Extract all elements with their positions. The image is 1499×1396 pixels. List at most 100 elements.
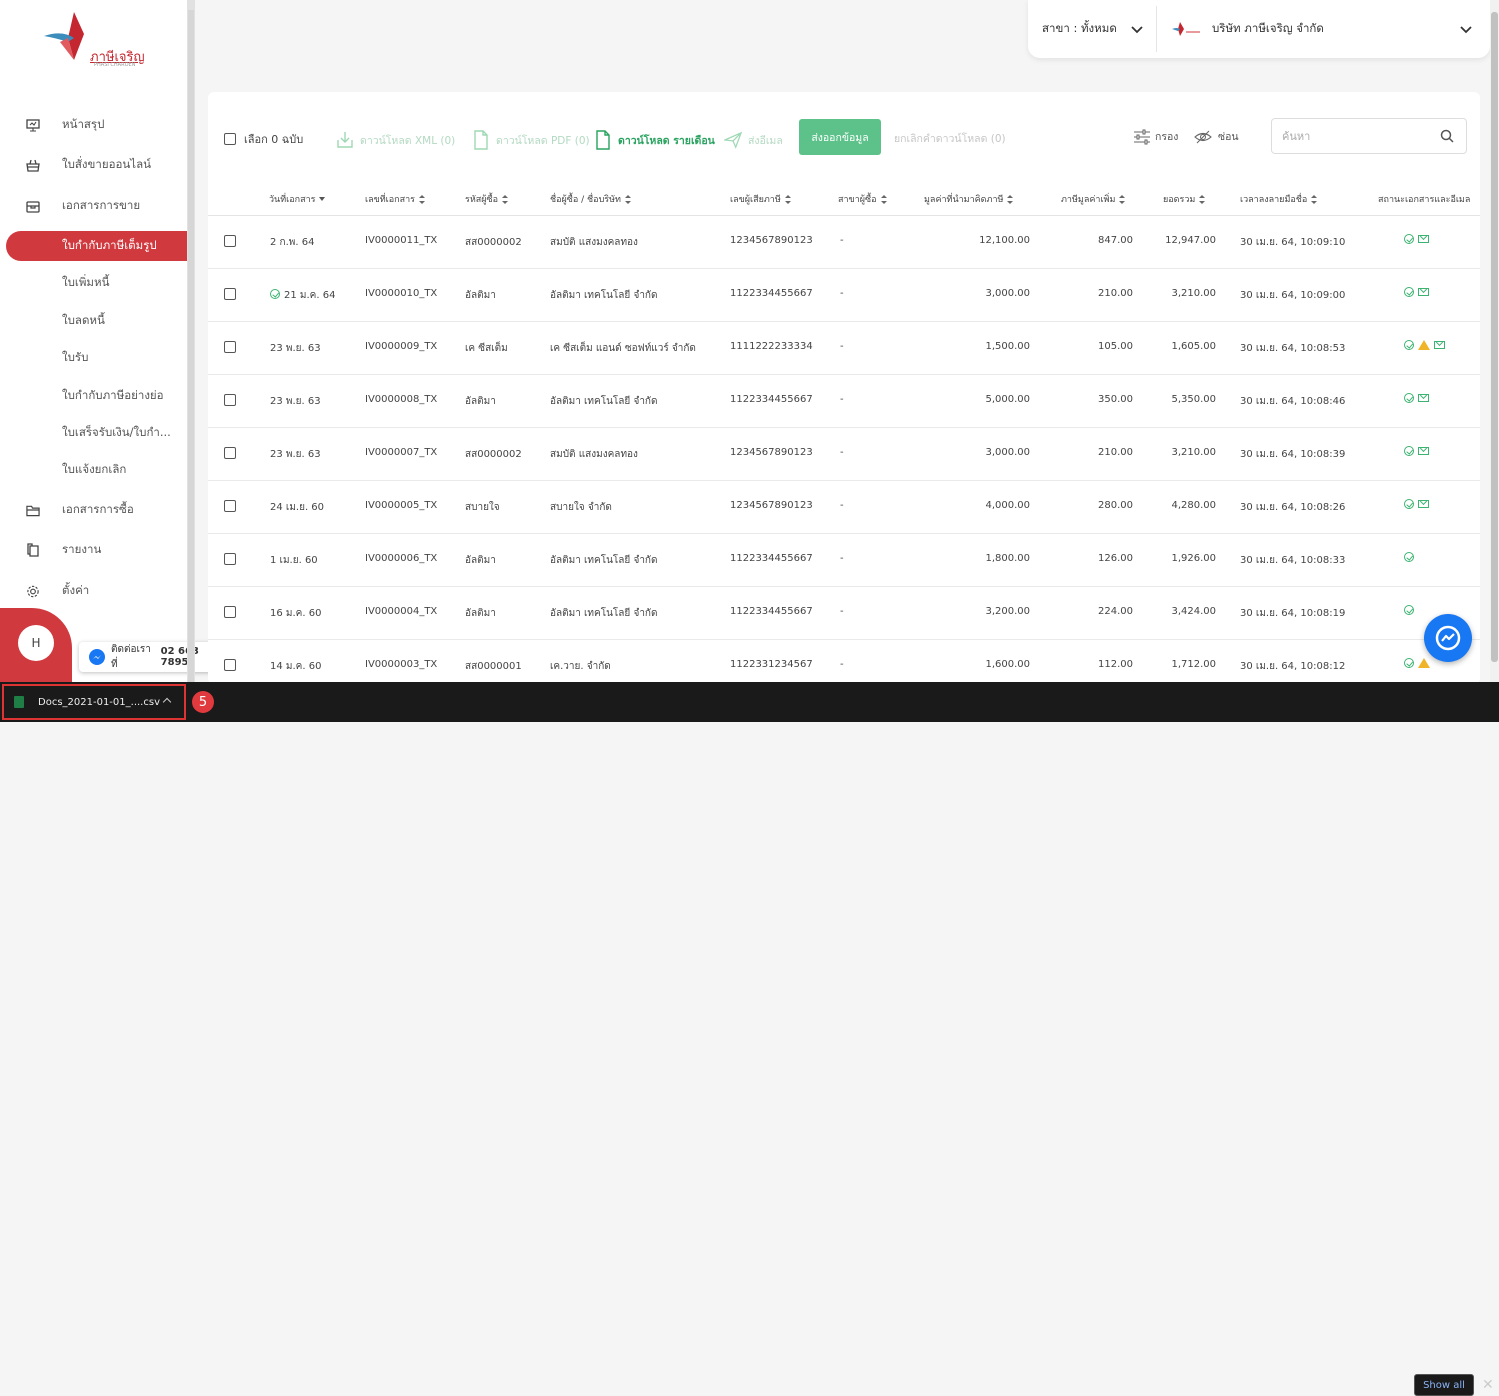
column-header[interactable]: มูลค่าที่นำมาคิดภาษี <box>924 192 1014 206</box>
row-checkbox[interactable] <box>224 447 236 459</box>
column-header[interactable]: รหัสผู้ซื้อ <box>465 192 509 206</box>
sidebar-item[interactable]: เอกสารการซื้อ <box>0 495 187 525</box>
export-data-button[interactable]: ส่งออกข้อมูล <box>799 119 881 155</box>
cell-signed: 30 เม.ย. 64, 10:08:33 <box>1240 555 1346 566</box>
chevron-down-icon[interactable] <box>1460 24 1472 37</box>
sort-icon[interactable] <box>880 194 887 204</box>
cancel-download-button[interactable]: ยกเลิกคำดาวน์โหลด (0) <box>894 130 1006 147</box>
cell-name: อัลติมา เทคโนโลยี จำกัด <box>550 555 658 566</box>
table-row[interactable]: 16 ม.ค. 60 IV0000004_TX อัลติมา อัลติมา เทค… <box>208 587 1480 640</box>
branch-select[interactable]: สาขา : ทั้งหมด <box>1042 20 1117 38</box>
table-row[interactable]: 1 เม.ย. 60 IV0000006_TX อัลติมา อัลติมา เทค… <box>208 534 1480 587</box>
row-checkbox[interactable] <box>224 606 236 618</box>
sidebar-scrollbar[interactable] <box>187 0 195 682</box>
table-row[interactable]: 14 ม.ค. 60 IV0000003_TX สส0000001 เค.วาย. จ… <box>208 640 1480 684</box>
download-item[interactable]: Docs_2021-01-01_....csv <box>2 684 186 720</box>
column-header[interactable]: สถานะเอกสารและอีเมล <box>1378 192 1470 206</box>
sidebar-item[interactable]: หน้าสรุป <box>0 110 187 140</box>
search-icon[interactable] <box>1440 129 1454 146</box>
table-row[interactable]: 2 ก.พ. 64 IV0000011_TX สส0000002 สมบัติ แสง… <box>208 216 1480 269</box>
sidebar-item[interactable]: ใบแจ้งยกเลิก <box>0 455 187 485</box>
sidebar-item[interactable]: รายงาน <box>0 535 187 565</box>
cell-name: สบายใจ จำกัด <box>550 502 612 513</box>
row-checkbox[interactable] <box>224 341 236 353</box>
messenger-chat-button[interactable] <box>1424 614 1472 662</box>
avatar[interactable]: H <box>18 625 54 661</box>
hide-columns-button[interactable]: ซ่อน <box>1194 128 1239 145</box>
sort-icon[interactable] <box>1311 194 1318 204</box>
download-xml-button[interactable]: ดาวน์โหลด XML (0) <box>336 130 455 150</box>
table-row[interactable]: 24 เม.ย. 60 IV0000005_TX สบายใจ สบายใจ จำกั… <box>208 481 1480 534</box>
table-row[interactable]: 23 พ.ย. 63 IV0000009_TX เค ซีสเต็ม เค ซีสเต… <box>208 322 1480 375</box>
sidebar-item[interactable]: ใบเพิ่มหนี้ <box>0 268 187 298</box>
chevron-down-icon[interactable] <box>1131 24 1143 37</box>
row-checkbox[interactable] <box>224 235 236 247</box>
contact-banner[interactable]: ติดต่อเราที่ 02 663 7895 <box>79 642 229 672</box>
select-count-label: เลือก 0 ฉบับ <box>244 133 304 146</box>
cell-vat: 210.00 <box>1098 288 1133 299</box>
select-all-checkbox[interactable]: เลือก 0 ฉบับ <box>224 130 303 148</box>
search-input[interactable] <box>1282 128 1432 144</box>
check-circle-icon <box>1404 499 1414 509</box>
table-row[interactable]: 23 พ.ย. 63 IV0000007_TX สส0000002 สมบัติ แส… <box>208 428 1480 481</box>
chevron-up-icon[interactable] <box>162 697 172 707</box>
sort-icon[interactable] <box>1119 194 1126 204</box>
company-select[interactable]: บริษัท ภาษีเจริญ จำกัด <box>1212 20 1324 38</box>
cell-branch: - <box>840 447 844 458</box>
cell-taxid: 1122331234567 <box>730 659 813 670</box>
cell-branch: - <box>840 659 844 670</box>
row-checkbox[interactable] <box>224 659 236 671</box>
filter-button[interactable]: กรอง <box>1133 128 1178 145</box>
column-header[interactable]: เวลาลงลายมือชื่อ <box>1240 192 1318 206</box>
status-icons <box>1404 658 1430 668</box>
sort-icon[interactable] <box>419 194 425 204</box>
column-header-label: สาขาผู้ซื้อ <box>838 195 877 205</box>
column-header[interactable]: ภาษีมูลค่าเพิ่ม <box>1061 192 1126 206</box>
page-scrollbar[interactable] <box>1490 0 1499 682</box>
column-header[interactable]: วันที่เอกสาร <box>269 192 326 206</box>
show-all-button[interactable]: Show all <box>1414 1374 1474 1396</box>
sidebar-item[interactable]: ใบเสร็จรับเงิน/ใบกำ... <box>0 418 187 448</box>
sidebar-item[interactable]: เอกสารการขาย <box>0 191 187 221</box>
cell-vat: 847.00 <box>1098 235 1133 246</box>
close-icon[interactable]: ✕ <box>1482 1377 1494 1393</box>
column-header[interactable]: เลขผู้เสียภาษี <box>730 192 791 206</box>
monitor-icon <box>26 118 40 132</box>
sidebar-item[interactable]: ใบกำกับภาษีเต็มรูป <box>6 231 187 261</box>
sidebar-item[interactable]: ใบลดหนี้ <box>0 306 187 336</box>
table-row[interactable]: 23 พ.ย. 63 IV0000008_TX อัลติมา อัลติมา เทค… <box>208 375 1480 428</box>
sidebar-item-label: รายงาน <box>62 542 102 556</box>
send-email-button[interactable]: ส่งอีเมล <box>724 130 783 150</box>
row-checkbox[interactable] <box>224 394 236 406</box>
sort-icon[interactable] <box>624 194 631 204</box>
row-checkbox[interactable] <box>224 500 236 512</box>
sort-icon[interactable] <box>1007 194 1014 204</box>
check-circle-icon <box>1404 605 1414 615</box>
table-row[interactable]: 21 ม.ค. 64 IV0000010_TX อัลติมา อัลติมา เทค… <box>208 269 1480 322</box>
header: สาขา : ทั้งหมด บริษัท ภาษีเจริญ จำกัด <box>1028 0 1490 58</box>
mail-icon <box>1418 235 1429 243</box>
column-header-label: เลขผู้เสียภาษี <box>730 195 781 205</box>
column-header[interactable]: เลขที่เอกสาร <box>365 192 425 206</box>
column-header[interactable]: ยอดรวม <box>1163 192 1206 206</box>
download-pdf-button[interactable]: ดาวน์โหลด PDF (0) <box>472 130 590 150</box>
sidebar-item[interactable]: ตั้งค่า <box>0 576 187 606</box>
cell-date: 2 ก.พ. 64 <box>270 237 315 248</box>
sidebar-item[interactable]: ใบรับ <box>0 343 187 373</box>
sort-icon[interactable] <box>1199 194 1206 204</box>
row-checkbox[interactable] <box>224 553 236 565</box>
download-pdf-label: ดาวน์โหลด PDF (0) <box>496 134 590 147</box>
sort-icon[interactable] <box>784 194 791 204</box>
checkbox[interactable] <box>224 133 236 145</box>
download-monthly-button[interactable]: ดาวน์โหลด รายเดือน <box>594 130 715 150</box>
sidebar-item[interactable]: ใบกำกับภาษีอย่างย่อ <box>0 381 187 411</box>
sidebar-item[interactable]: ใบสั่งขายออนไลน์ <box>0 150 187 180</box>
cell-amount: 3,000.00 <box>985 288 1030 299</box>
column-header[interactable]: ชื่อผู้ซื้อ / ชื่อบริษัท <box>550 192 631 206</box>
sort-desc-icon[interactable] <box>319 197 326 201</box>
sort-icon[interactable] <box>502 194 509 204</box>
brand-logo[interactable]: ภาษีเจริญ PHASI CHAROEN <box>44 12 174 72</box>
filter-label: กรอง <box>1155 131 1179 143</box>
column-header[interactable]: สาขาผู้ซื้อ <box>838 192 887 206</box>
row-checkbox[interactable] <box>224 288 236 300</box>
